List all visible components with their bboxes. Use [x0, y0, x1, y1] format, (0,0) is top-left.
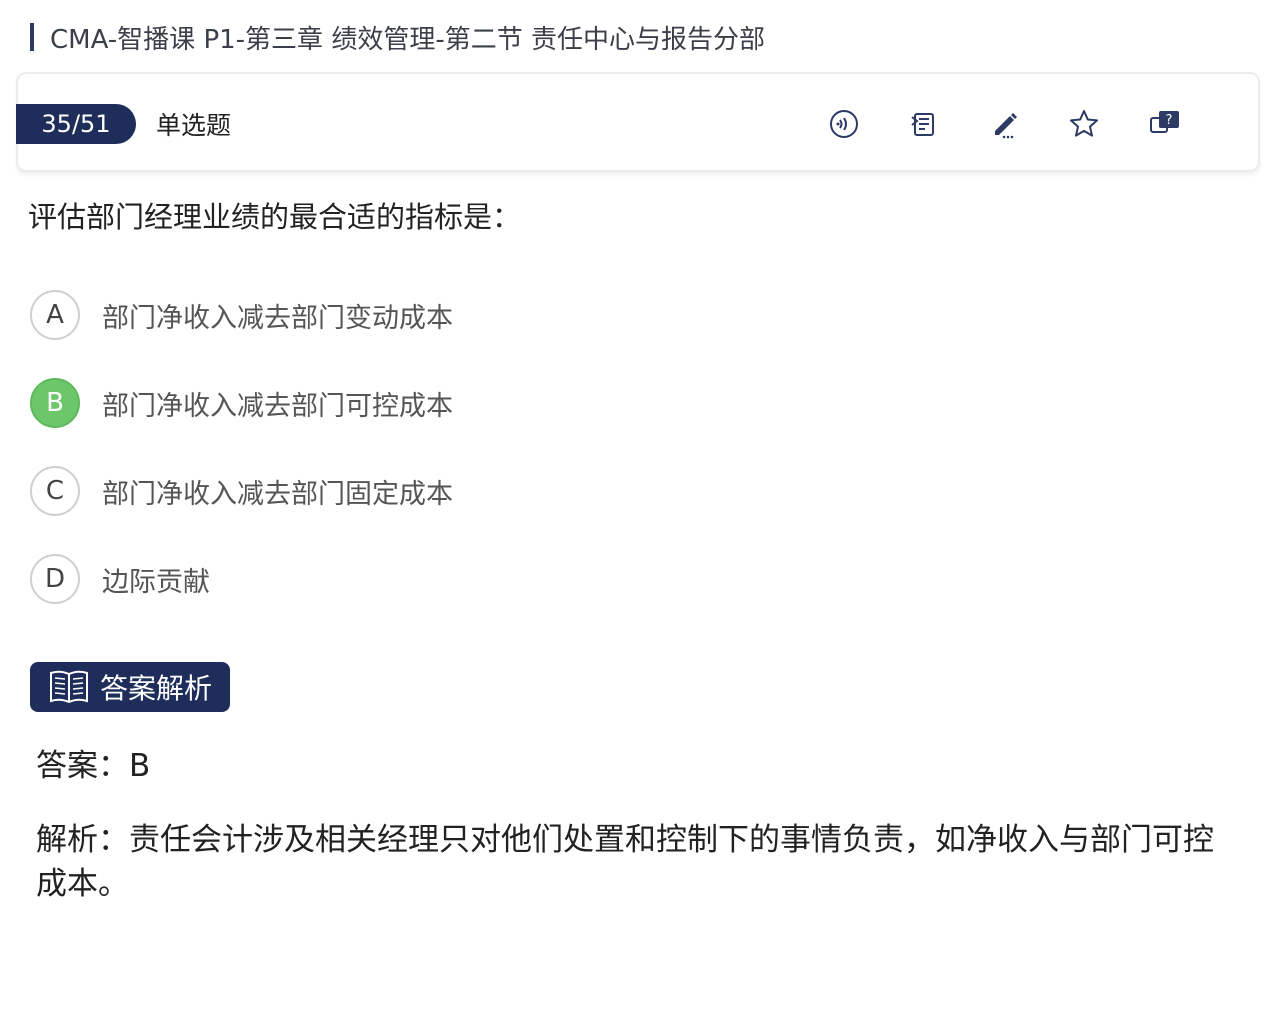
answer-line: 答案：B [36, 740, 150, 785]
option-c-letter: C [30, 466, 80, 516]
question-progress-badge: 35/51 [16, 104, 136, 144]
question-type-label: 单选题 [156, 111, 232, 140]
notes-button[interactable] [904, 104, 944, 144]
option-d-letter: D [30, 554, 80, 604]
explanation-label: 解析： [36, 822, 129, 858]
audio-button[interactable] [824, 104, 864, 144]
option-a-text: 部门净收入减去部门变动成本 [102, 302, 453, 334]
option-b-text: 部门净收入减去部门可控成本 [102, 390, 453, 422]
notes-icon [911, 113, 934, 136]
option-c[interactable]: C 部门净收入减去部门固定成本 [30, 466, 453, 516]
question-chat-icon: ? [1150, 111, 1179, 133]
audio-icon [830, 110, 858, 138]
page-header: CMA-智播课 P1-第三章 绩效管理-第二节 责任中心与报告分部 [30, 20, 765, 55]
svg-text:?: ? [1166, 113, 1173, 128]
title-accent-bar [30, 23, 34, 51]
question-text: 评估部门经理业绩的最合适的指标是： [28, 200, 522, 234]
star-icon [1070, 110, 1098, 137]
favorite-button[interactable] [1064, 104, 1104, 144]
option-c-text: 部门净收入减去部门固定成本 [102, 478, 453, 510]
option-a-letter: A [30, 290, 80, 340]
option-a[interactable]: A 部门净收入减去部门变动成本 [30, 290, 453, 340]
answer-analysis-tag: 答案解析 [30, 662, 230, 712]
option-d[interactable]: D 边际贡献 [30, 554, 210, 604]
page-title: CMA-智播课 P1-第三章 绩效管理-第二节 责任中心与报告分部 [50, 24, 765, 55]
edit-button[interactable] [984, 104, 1024, 144]
book-icon [50, 670, 88, 704]
explanation-text: 解析：责任会计涉及相关经理只对他们处置和控制下的事情负责，如净收入与部门可控成本… [36, 818, 1236, 906]
answer-value: B [129, 748, 151, 784]
question-toolbar: 35/51 单选题 ? [16, 72, 1260, 172]
edit-icon [995, 113, 1017, 139]
explanation-body: 责任会计涉及相关经理只对他们处置和控制下的事情负责，如净收入与部门可控成本。 [36, 822, 1214, 902]
option-b-letter: B [30, 378, 80, 428]
ask-question-button[interactable]: ? [1144, 104, 1184, 144]
answer-label: 答案： [36, 748, 129, 784]
option-b[interactable]: B 部门净收入减去部门可控成本 [30, 378, 453, 428]
answer-analysis-label: 答案解析 [100, 672, 213, 705]
option-d-text: 边际贡献 [102, 566, 210, 598]
